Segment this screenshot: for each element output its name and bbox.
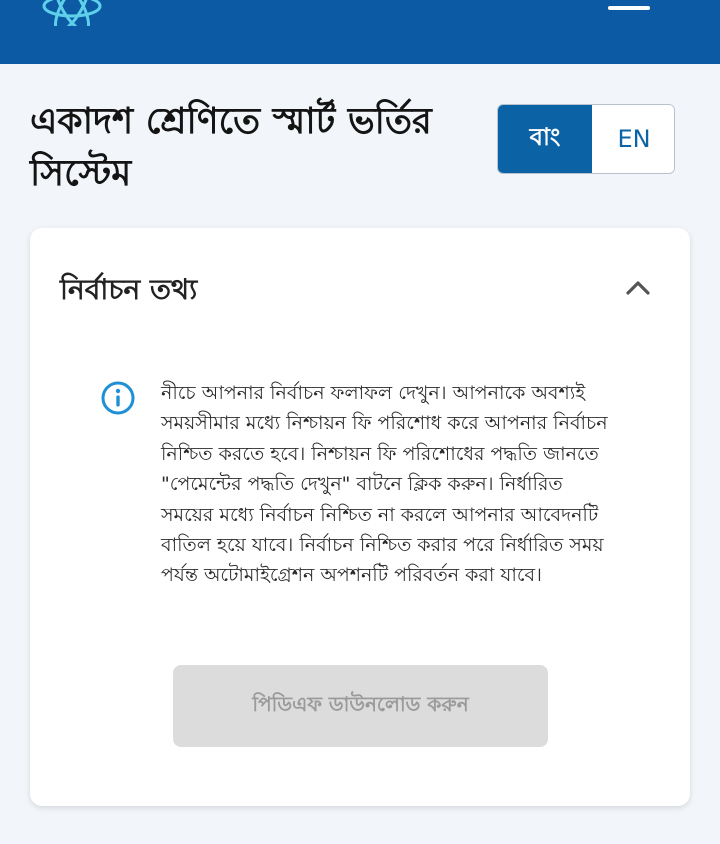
selection-info-title: নির্বাচন তথ্য [60,273,198,306]
atom-logo-icon[interactable] [40,0,104,33]
top-app-bar [0,0,720,64]
language-bangla-button[interactable]: বাং [498,105,592,173]
pdf-download-button[interactable]: পিডিএফ ডাউনলোড করুন [173,665,548,747]
selection-info-accordion-header[interactable]: নির্বাচন তথ্য [30,228,690,348]
menu-bar-line [608,6,650,10]
language-english-button[interactable]: EN [592,105,674,173]
selection-notice-text: নীচে আপনার নির্বাচন ফলাফল দেখুন। আপনাকে … [161,382,608,587]
language-toggle: বাং EN [497,104,675,174]
chevron-up-icon[interactable] [624,276,652,298]
info-circle-icon [100,380,136,416]
page-title: একাদশ শ্রেণিতে স্মার্ট ভর্তির সিস্টেম [30,101,432,194]
hamburger-menu-icon[interactable] [604,0,656,24]
selection-info-card: নির্বাচন তথ্য নীচে আপনার নির্বাচন ফলাফল … [30,228,690,806]
